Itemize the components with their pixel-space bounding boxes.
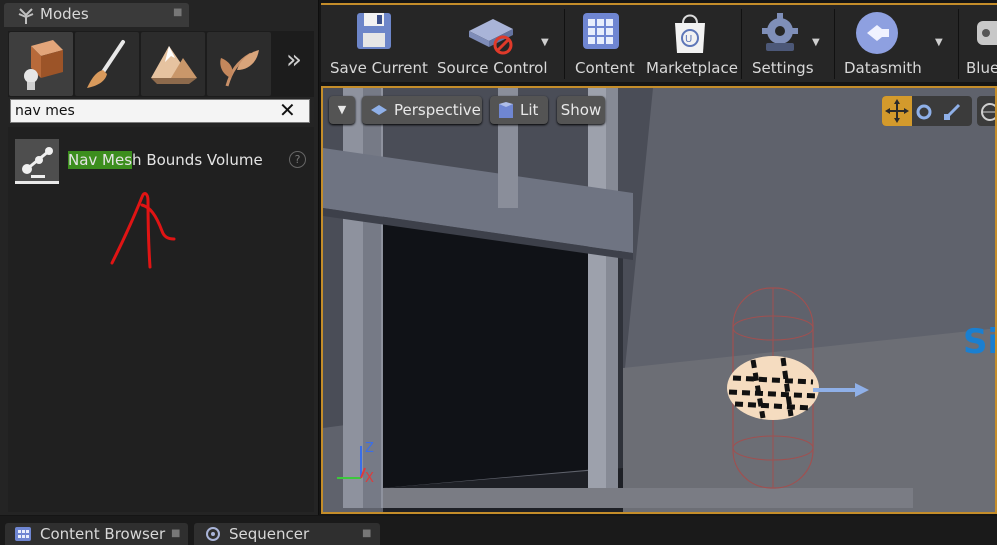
result-label-rest: h Bounds Volume	[132, 151, 263, 169]
nav-mesh-volume-icon	[15, 139, 59, 184]
search-match-highlight: Nav Mes	[68, 151, 133, 169]
search-box: ✕	[10, 98, 310, 123]
tab-content-browser-label: Content Browser	[40, 525, 166, 543]
clear-search-icon[interactable]: ✕	[279, 98, 296, 122]
source-control-button[interactable]: Source Control ▼	[431, 5, 551, 82]
world-local-toggle[interactable]	[977, 96, 995, 126]
svg-text:X: X	[365, 471, 374, 486]
show-label: Show	[560, 101, 602, 119]
list-item-nav-mesh-bounds-volume[interactable]: Nav Mesh Bounds Volume ?	[12, 137, 312, 185]
main-toolbar: Save Current Source Control ▼ Content U …	[321, 3, 997, 82]
mode-selector-row: »	[8, 31, 314, 97]
search-input[interactable]	[15, 101, 275, 120]
show-button[interactable]: Show	[557, 96, 605, 124]
tab-sequencer[interactable]: Sequencer ■	[194, 523, 380, 545]
source-control-label: Source Control	[437, 59, 548, 77]
result-label: Nav Mesh Bounds Volume	[68, 151, 263, 169]
save-current-button[interactable]: Save Current	[321, 5, 428, 82]
tab-content-browser-close-icon[interactable]: ■	[171, 528, 180, 539]
place-mode-button[interactable]	[9, 32, 73, 96]
partial-scene-text: Si	[963, 322, 997, 362]
foliage-leaf-icon	[220, 50, 259, 87]
marketplace-label: Marketplace	[646, 59, 738, 77]
marketplace-bag-icon: U	[675, 14, 705, 53]
lit-button[interactable]: Lit	[490, 96, 548, 124]
place-mode-icon	[24, 40, 63, 90]
globe-icon	[981, 103, 995, 121]
content-button[interactable]: Content	[569, 5, 635, 82]
perspective-cube-icon	[371, 105, 387, 115]
landscape-mountain-icon	[151, 46, 197, 84]
toolbar-divider	[564, 9, 565, 79]
svg-text:Z: Z	[365, 441, 374, 456]
move-arrows-icon	[885, 99, 909, 123]
toolbar-divider	[834, 9, 835, 79]
gear-icon	[762, 13, 798, 51]
source-control-icon	[469, 19, 513, 55]
datasmith-icon	[856, 12, 898, 54]
content-label: Content	[575, 59, 635, 77]
content-browser-icon	[15, 527, 31, 541]
lit-label: Lit	[520, 101, 539, 119]
svg-text:U: U	[685, 34, 692, 45]
perspective-label: Perspective	[394, 101, 481, 119]
perspective-button[interactable]: Perspective	[362, 96, 482, 124]
search-results-list: Nav Mesh Bounds Volume ?	[8, 127, 314, 512]
landscape-mode-button[interactable]	[141, 32, 205, 96]
toolbar-divider	[958, 9, 959, 79]
lit-sphere-icon	[499, 102, 513, 118]
tab-sequencer-close-icon[interactable]: ■	[362, 528, 371, 539]
content-grid-icon	[583, 13, 619, 49]
modes-tab[interactable]: Modes ■	[4, 3, 189, 27]
save-current-label: Save Current	[330, 59, 428, 77]
foliage-mode-button[interactable]	[207, 32, 271, 96]
tab-sequencer-label: Sequencer	[229, 525, 310, 543]
source-control-dropdown-icon[interactable]: ▼	[541, 37, 549, 48]
settings-dropdown-icon[interactable]: ▼	[812, 37, 820, 48]
floppy-disk-icon	[357, 13, 391, 49]
translate-tool-button[interactable]	[882, 96, 912, 126]
modes-icon	[18, 8, 34, 24]
marketplace-button[interactable]: U Marketplace	[641, 5, 738, 82]
paint-mode-button[interactable]	[75, 32, 139, 96]
tab-content-browser[interactable]: Content Browser ■	[5, 523, 188, 545]
datasmith-label: Datasmith	[844, 59, 922, 77]
blueprints-button[interactable]: Blue	[963, 5, 997, 82]
transform-tools-group	[882, 96, 972, 126]
datasmith-button[interactable]: Datasmith ▼	[839, 5, 955, 82]
level-viewport[interactable]: Si Z X ▼ Perspective Lit Show	[321, 86, 997, 514]
settings-label: Settings	[752, 59, 814, 77]
settings-button[interactable]: Settings ▼	[746, 5, 830, 82]
viewport-scene: Si Z X	[323, 88, 997, 512]
scale-tool-icon[interactable]	[942, 102, 962, 122]
viewport-options-dropdown-icon[interactable]: ▼	[329, 96, 355, 124]
modes-tab-label: Modes	[40, 5, 89, 23]
modes-tab-close-icon[interactable]: ■	[173, 7, 182, 18]
blueprints-label: Blue	[966, 59, 997, 77]
sequencer-icon	[206, 527, 220, 541]
paint-brush-icon	[87, 40, 125, 88]
datasmith-dropdown-icon[interactable]: ▼	[935, 37, 943, 48]
blueprint-icon	[977, 21, 997, 45]
red-arrow-annotation	[110, 192, 176, 269]
rotate-tool-icon[interactable]	[914, 102, 934, 122]
toolbar-divider	[741, 9, 742, 79]
bottom-tab-bar: Content Browser ■ Sequencer ■	[0, 516, 997, 545]
more-modes-chevron-icon[interactable]: »	[286, 45, 302, 75]
help-icon[interactable]: ?	[289, 151, 306, 168]
